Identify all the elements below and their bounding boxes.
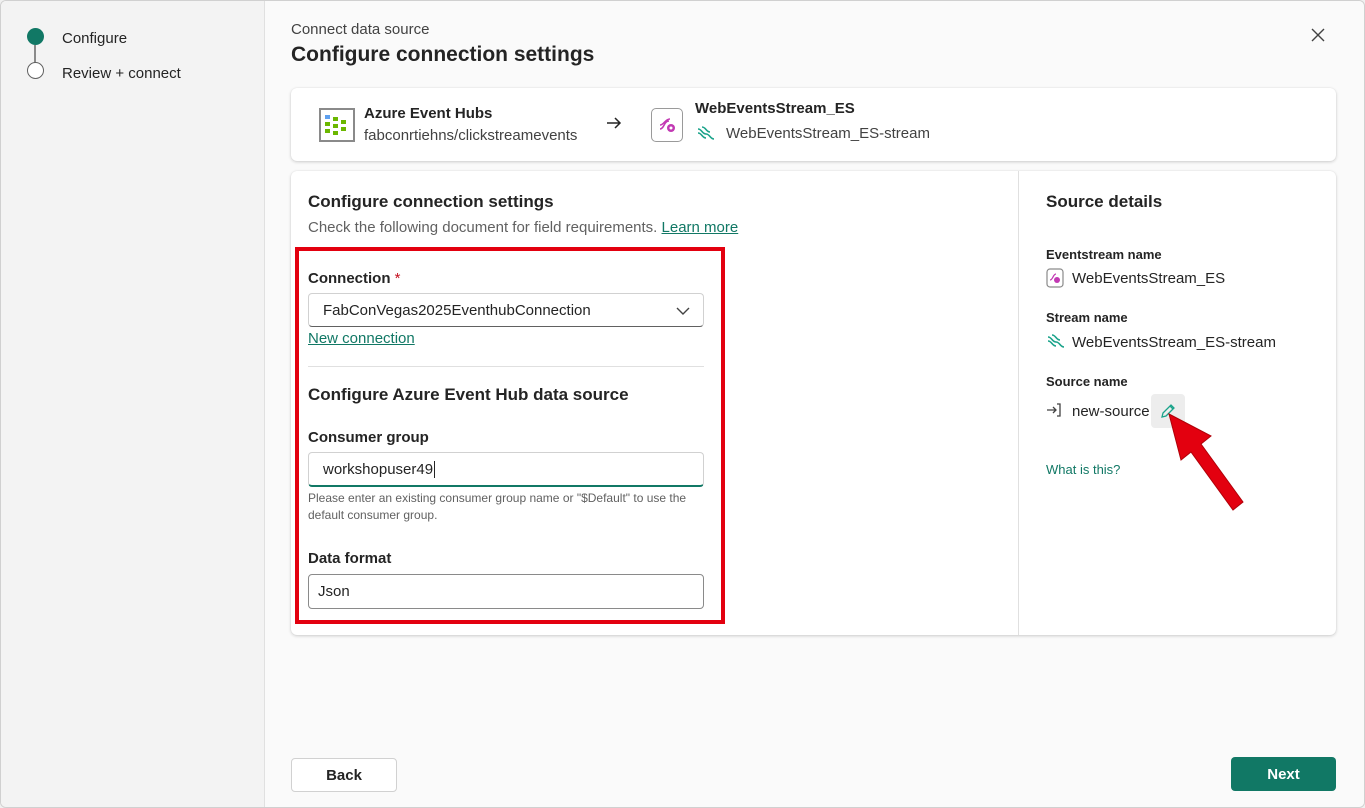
- eventstream-name-value: WebEventsStream_ES: [1072, 270, 1226, 287]
- stream-icon: [697, 126, 715, 140]
- required-mark: *: [394, 270, 401, 287]
- step-configure[interactable]: Configure: [62, 30, 127, 47]
- source-details-title: Source details: [1046, 192, 1163, 211]
- sign-in-arrow-icon: [1047, 403, 1061, 417]
- form-description: Check the following document for field r…: [308, 219, 738, 236]
- arrow-right-icon: [607, 117, 622, 129]
- learn-more-link[interactable]: Learn more: [662, 219, 739, 236]
- close-button[interactable]: [1306, 23, 1330, 47]
- breadcrumb: Connect data source: [291, 21, 430, 38]
- consumer-group-hint: Please enter an existing consumer group …: [308, 491, 687, 522]
- step-pending-indicator: [27, 62, 44, 79]
- connection-label-text: Connection: [308, 270, 391, 287]
- vertical-divider: [1018, 171, 1019, 635]
- connection-dropdown[interactable]: FabConVegas2025EventhubConnection: [308, 293, 704, 327]
- stream-name-value: WebEventsStream_ES-stream: [1072, 334, 1276, 351]
- connection-label: Connection *: [308, 270, 401, 287]
- source-title: Azure Event Hubs: [364, 105, 493, 122]
- destination-subtitle: WebEventsStream_ES-stream: [726, 125, 930, 142]
- main-area: Connect data source Configure connection…: [266, 1, 1364, 807]
- consumer-group-input[interactable]: workshopuser49: [308, 452, 704, 487]
- data-format-input[interactable]: Json: [308, 574, 704, 609]
- chevron-down-icon: [676, 307, 690, 315]
- settings-card: Configure connection settings Check the …: [291, 171, 1336, 635]
- event-hub-section-title: Configure Azure Event Hub data source: [308, 385, 629, 404]
- source-name-value: new-source: [1072, 403, 1150, 420]
- stepper-panel: Configure Review + connect: [1, 1, 265, 807]
- destination-title: WebEventsStream_ES: [695, 100, 855, 117]
- next-button[interactable]: Next: [1231, 757, 1336, 791]
- source-subtitle: fabconrtiehns/clickstreamevents: [364, 127, 578, 144]
- form-title: Configure connection settings: [308, 192, 554, 211]
- eventstream-name-label: Eventstream name: [1046, 247, 1162, 262]
- text-caret: [434, 460, 436, 478]
- connection-dropdown-value: FabConVegas2025EventhubConnection: [323, 301, 591, 319]
- eventstream-icon: [651, 108, 683, 142]
- stream-icon: [1047, 334, 1065, 348]
- eventstream-icon: [1046, 268, 1064, 288]
- divider: [308, 366, 704, 367]
- stream-name-label: Stream name: [1046, 310, 1128, 325]
- dialog-window: Configure Review + connect Connect data …: [0, 0, 1365, 808]
- what-is-this-link[interactable]: What is this?: [1046, 462, 1120, 477]
- form-description-text: Check the following document for field r…: [308, 219, 658, 236]
- consumer-group-value: workshopuser49: [323, 460, 434, 478]
- connection-summary-card: Azure Event Hubs fabconrtiehns/clickstre…: [291, 88, 1336, 161]
- step-review-connect[interactable]: Review + connect: [62, 65, 181, 82]
- new-connection-link[interactable]: New connection: [308, 330, 415, 347]
- event-hubs-icon: [319, 108, 355, 142]
- close-icon: [1311, 28, 1325, 42]
- pencil-icon: [1161, 404, 1175, 418]
- back-button[interactable]: Back: [291, 758, 397, 792]
- page-title: Configure connection settings: [291, 43, 595, 66]
- step-active-indicator: [27, 28, 44, 45]
- consumer-group-label: Consumer group: [308, 429, 429, 446]
- data-format-value: Json: [318, 583, 350, 600]
- data-format-label: Data format: [308, 550, 392, 567]
- edit-source-name-button[interactable]: [1151, 394, 1185, 428]
- source-name-label: Source name: [1046, 374, 1128, 389]
- step-connector: [34, 45, 36, 63]
